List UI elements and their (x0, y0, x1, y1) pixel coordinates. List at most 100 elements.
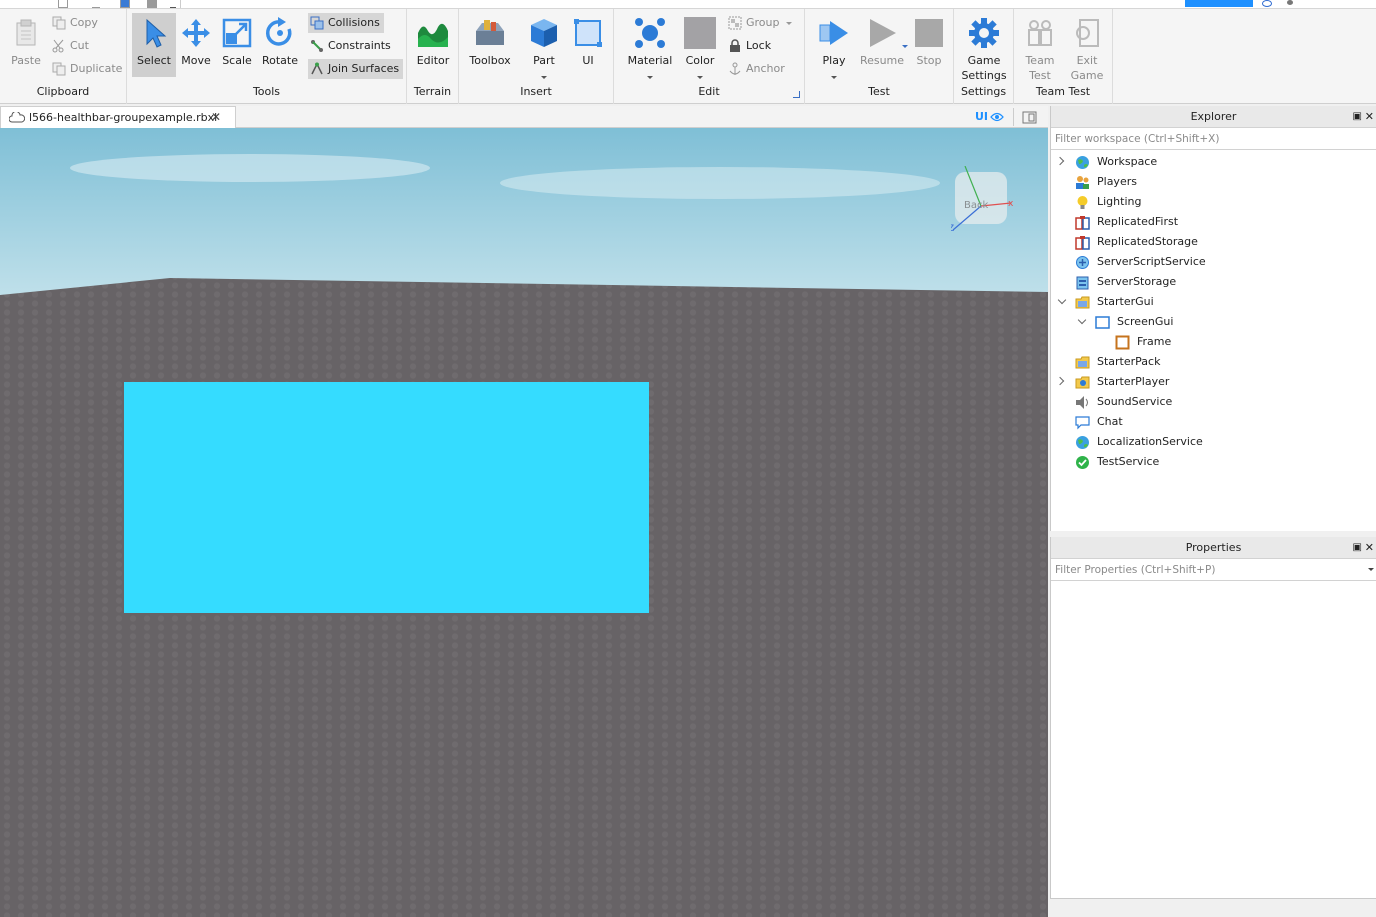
cloud-icon (9, 112, 25, 123)
anchor-button[interactable]: Anchor (726, 59, 789, 79)
lock-button[interactable]: Lock (726, 36, 908, 56)
edit-group: Material Color Group Lock Anchor Edit (614, 9, 908, 104)
paste-button[interactable]: Paste (4, 13, 48, 77)
color-button[interactable]: Color (678, 13, 722, 79)
explorer-filter-input[interactable]: Filter workspace (Ctrl+Shift+X) (1051, 128, 1376, 150)
explorer-item-label: Workspace (1097, 155, 1158, 168)
color-swatch-icon (684, 17, 716, 49)
properties-header: Properties ▣ ✕ (1051, 537, 1376, 559)
explorer-item-label: ReplicatedFirst (1097, 215, 1179, 228)
cut-button[interactable]: Cut (50, 36, 93, 56)
collapsed-chevron-icon[interactable] (1055, 376, 1065, 386)
eye-icon[interactable] (990, 112, 1004, 122)
ui-frame-icon (574, 19, 602, 47)
quick-access-icon[interactable] (147, 0, 157, 8)
tab-bar-divider (1013, 108, 1014, 126)
lightbulb-icon (1077, 196, 1088, 209)
explorer-item-label: TestService (1097, 455, 1160, 468)
properties-filter-dropdown-icon[interactable] (1368, 568, 1374, 571)
properties-close-icon[interactable]: ✕ (1365, 537, 1374, 559)
undo-icon[interactable] (92, 0, 100, 8)
rotate-button[interactable]: Rotate (258, 13, 302, 77)
terrain-editor-label: Editor (416, 54, 450, 67)
save-icon[interactable] (58, 0, 68, 8)
ui-label: UI (582, 54, 594, 67)
team-test-button[interactable]: Team Test (1018, 13, 1062, 82)
quick-access-dropdown-icon[interactable] (170, 0, 176, 8)
join-surfaces-label: Join Surfaces (328, 62, 400, 75)
resume-button[interactable]: Resume (860, 13, 904, 77)
play-button[interactable]: Play (812, 13, 856, 79)
constraints-label: Constraints (328, 39, 391, 52)
duplicate-icon (52, 62, 66, 76)
3d-viewport[interactable]: x Z Back (0, 128, 1048, 917)
user-icon[interactable] (1287, 0, 1293, 5)
duplicate-button[interactable]: Duplicate (50, 59, 126, 79)
document-tab[interactable]: l566-healthbar-groupexample.rbxl ✕ (0, 106, 236, 128)
ui-visibility-toggle[interactable]: UI (975, 106, 988, 128)
group-icon (728, 16, 742, 30)
edit-expand-icon[interactable] (793, 91, 800, 98)
group-button[interactable]: Group (726, 13, 792, 33)
collisions-toggle[interactable]: Collisions (308, 13, 384, 33)
game-settings-button[interactable]: Game Settings (961, 13, 1007, 82)
part-cube-icon (531, 19, 557, 47)
terrain-group-label: Terrain (413, 85, 452, 98)
explorer-item-label: StarterPlayer (1097, 375, 1170, 388)
stop-button[interactable]: Stop (907, 13, 951, 77)
stop-icon (915, 19, 943, 47)
tab-divider (180, 0, 181, 8)
properties-filter-input[interactable]: Filter Properties (Ctrl+Shift+P) (1051, 559, 1376, 581)
play-dropdown-icon[interactable] (831, 76, 837, 79)
frame-gui-element[interactable] (124, 382, 649, 613)
explorer-item-label: LocalizationService (1097, 435, 1203, 448)
group-dropdown-icon[interactable] (785, 22, 792, 25)
properties-panel: Properties ▣ ✕ Filter Properties (Ctrl+S… (1050, 537, 1376, 899)
game-settings-label-1: Game (967, 54, 1001, 67)
paste-icon (16, 19, 36, 46)
collisions-icon (310, 16, 324, 30)
material-button[interactable]: Material (628, 13, 672, 79)
expanded-chevron-icon[interactable] (1077, 315, 1087, 325)
redo-icon[interactable] (120, 0, 130, 8)
document-tab-bar: l566-healthbar-groupexample.rbxl ✕ UI (0, 106, 1048, 128)
explorer-float-icon[interactable]: ▣ (1353, 106, 1362, 128)
lock-label: Lock (746, 39, 772, 52)
replicated-icon (1075, 216, 1090, 230)
constraints-button[interactable]: Constraints (308, 36, 395, 56)
play-icon (819, 21, 848, 45)
close-tab-icon[interactable]: ✕ (211, 107, 221, 128)
exit-game-button[interactable]: Exit Game (1065, 13, 1109, 82)
expanded-chevron-icon[interactable] (1057, 295, 1067, 305)
globe-icon (1076, 156, 1089, 169)
edit-group-label: Edit (698, 85, 720, 98)
material-dropdown-icon[interactable] (647, 76, 653, 79)
view-cube-gizmo[interactable]: x Z Back (951, 166, 1013, 232)
explorer-item-label: ScreenGui (1117, 315, 1174, 328)
insert-group: Toolbox Part UI Insert (459, 9, 614, 104)
globe-icon (1076, 436, 1089, 449)
properties-float-icon[interactable]: ▣ (1353, 537, 1362, 559)
collapsed-chevron-icon[interactable] (1055, 156, 1065, 166)
active-tab-indicator[interactable] (1185, 0, 1253, 7)
chat-icon (1075, 416, 1090, 430)
view-cube-face-label: Back (964, 200, 989, 211)
screengui-icon (1095, 316, 1110, 329)
cursor-icon (146, 18, 167, 48)
toolbox-button[interactable]: Toolbox (468, 13, 512, 77)
explorer-close-icon[interactable]: ✕ (1365, 106, 1374, 128)
ui-button[interactable]: UI (566, 13, 610, 77)
copy-button[interactable]: Copy (50, 13, 102, 33)
help-icon[interactable] (1262, 0, 1272, 7)
view-cube-icon: x Z (951, 166, 1013, 232)
explorer-item-label: Frame (1137, 335, 1172, 348)
split-view-icon[interactable] (1022, 111, 1037, 124)
color-dropdown-icon[interactable] (697, 76, 703, 79)
terrain-editor-button[interactable]: Editor (411, 13, 455, 77)
join-surfaces-toggle[interactable]: Join Surfaces (308, 59, 404, 79)
tools-group: Select Move Scale Rotate Collisions Cons… (127, 9, 407, 104)
explorer-header: Explorer ▣ ✕ (1051, 106, 1376, 128)
tools-group-label: Tools (252, 85, 281, 98)
terrain-group: Editor Terrain (407, 9, 459, 104)
part-dropdown-icon[interactable] (541, 76, 547, 79)
